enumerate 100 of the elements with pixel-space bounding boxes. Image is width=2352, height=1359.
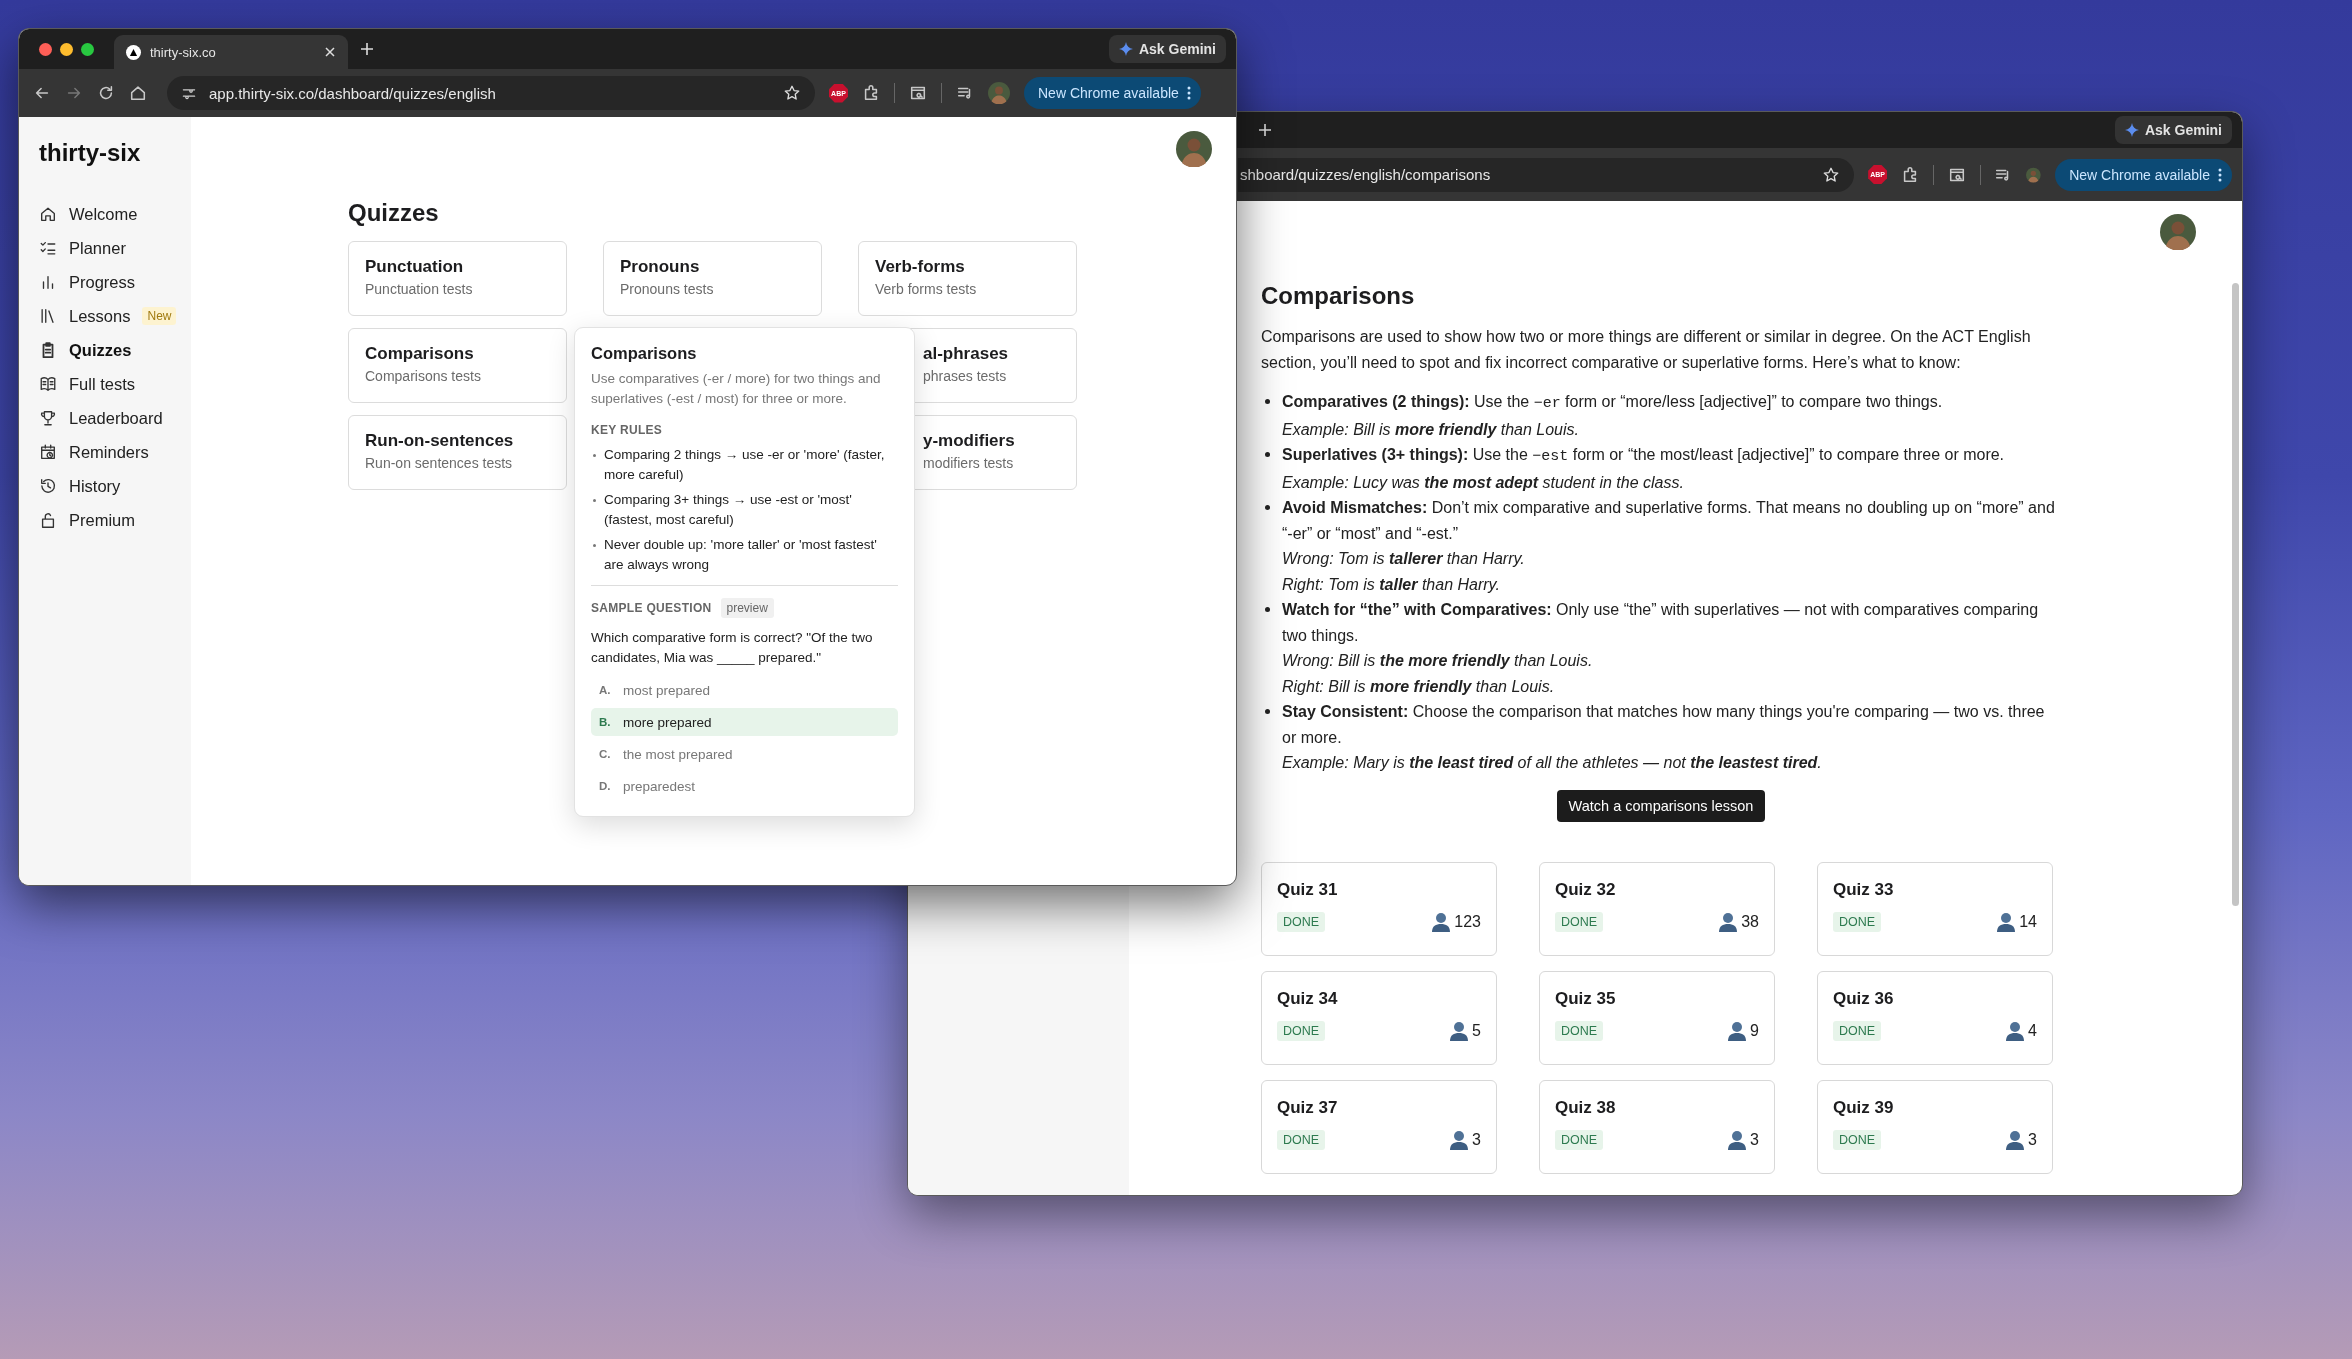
quiz-card[interactable]: Quiz 38 DONE 3 [1539,1079,1775,1174]
section-heading: SAMPLE QUESTION [591,601,712,615]
new-badge: New [142,307,177,325]
padlock-icon [39,511,57,529]
quiz-title: Quiz 33 [1833,879,1895,900]
status-badge: DONE [1833,911,1882,932]
attempt-count: 5 [1472,1021,1481,1040]
calendar-clock-icon [39,443,57,461]
user-avatar[interactable] [1176,131,1212,167]
preview-badge: preview [720,598,774,618]
question-text: Which comparative form is correct? "Of the two candidates, Mia was _____ prepared." [591,629,874,667]
sidebar-item[interactable]: History [39,469,191,503]
status-badge: DONE [1555,1129,1604,1150]
address-bar[interactable]: shboard/quizzes/english/comparisons [1238,157,1855,192]
update-chrome-button[interactable]: New Chrome available [1024,77,1201,109]
quiz-card[interactable]: Quiz 31 DONE 123 [1261,861,1497,956]
quiz-category-card[interactable]: Comparisons Comparisons tests [348,328,567,403]
status-badge: DONE [1277,1129,1326,1150]
card-title: y-modifiers [923,431,1016,451]
card-title: Run-on-sentences [365,431,515,451]
bullet [1265,452,1270,457]
close-icon[interactable] [324,46,336,58]
rule-text: Comparatives (2 things): Use the −er form or “more/less [adjective]” to compare two things. [1282,392,1943,414]
quiz-card[interactable]: Quiz 37 DONE 3 [1261,1079,1497,1174]
quiz-title: Quiz 35 [1555,988,1617,1009]
logo: thirty-six [39,139,142,167]
more-icon [1186,86,1191,100]
card-title: Punctuation [365,257,465,277]
card-subtitle: Pronouns tests [620,281,715,297]
status-badge: DONE [1833,1129,1882,1150]
profile-avatar[interactable] [988,82,1010,104]
example-text: Example: Lucy was the most adept student in the class. [1282,472,1685,493]
sidebar-item[interactable]: Planner [39,231,191,265]
person-icon [1450,1020,1469,1041]
card-title: Verb-forms [875,257,966,277]
attempt-count: 123 [1454,912,1481,931]
quiz-category-card[interactable]: Pronouns Pronouns tests [603,241,822,316]
quiz-card[interactable]: Quiz 35 DONE 9 [1539,970,1775,1065]
quiz-category-card[interactable]: Verb-forms Verb forms tests [858,241,1077,316]
card-subtitle: modifiers tests [923,455,1015,471]
scrollbar[interactable] [2232,283,2239,906]
card-subtitle: phrases tests [923,368,1008,384]
answer-option: C. the most prepared [591,740,898,768]
sidebar-item[interactable]: Reminders [39,435,191,469]
sidebar-item[interactable]: Progress [39,265,191,299]
update-chrome-button[interactable]: New Chrome available [2055,158,2232,191]
sparkle-icon [1118,42,1133,56]
sidebar-item[interactable]: Quizzes [39,333,191,367]
attempt-count: 3 [1472,1130,1481,1149]
answer-option: B. more prepared [591,708,898,736]
section-heading: KEY RULES [591,423,664,437]
quiz-card[interactable]: Quiz 36 DONE 4 [1817,970,2053,1065]
quiz-card[interactable]: Quiz 33 DONE 14 [1817,861,2053,956]
star-icon [1822,165,1841,184]
quiz-category-card[interactable]: Punctuation Punctuation tests [348,241,567,316]
intro-paragraph: Comparisons are used to show how two or more things are different or similar in degree. On the ACT English section, you’ll need to spot and fix incorrect comparative or superlative forms. Here’s what to know: [1261,327,2032,373]
quiz-card[interactable]: Quiz 34 DONE 5 [1261,970,1497,1065]
card-title: Pronouns [620,257,701,277]
quiz-card[interactable]: Quiz 39 DONE 3 [1817,1079,2053,1174]
quiz-card[interactable]: Quiz 32 DONE 38 [1539,861,1775,956]
example-text: Right: Bill is more friendly than Louis. [1282,676,1556,697]
bullet [1265,505,1270,510]
sidebar-item[interactable]: Premium [39,503,191,537]
ask-gemini-button[interactable]: Ask Gemini [1108,35,1226,63]
answer-option: A. most prepared [591,676,898,704]
close-window-button[interactable] [39,42,52,56]
more-icon [2218,167,2222,182]
user-avatar[interactable] [2160,214,2196,250]
rule-text: Stay Consistent: Choose the comparison that matches how many things you're comparing — two vs. three or more. [1282,702,2046,748]
quiz-category-card[interactable]: Run-on-sentences Run-on sentences tests [348,415,567,490]
new-tab-icon[interactable] [360,42,374,56]
sidebar-item[interactable]: Full tests [39,367,191,401]
rule-text: Avoid Mismatches: Don’t mix comparative and superlative forms. That means no doubling up on “more” and “-er” or “most” and “-est.” [1282,498,2056,544]
browser-tab[interactable]: thirty-six.co [114,35,348,69]
trophy-icon [39,409,57,427]
attempt-count: 3 [1750,1130,1759,1149]
tab-search-icon [909,84,927,102]
bullet [593,499,596,502]
sidebar-item[interactable]: Leaderboard [39,401,191,435]
lesson-button[interactable]: Watch a comparisons lesson [1556,789,1766,822]
sidebar-item[interactable]: Lessons New [39,299,191,333]
bullet [1265,709,1270,714]
example-text: Right: Tom is taller than Harry. [1282,574,1501,595]
card-subtitle: Verb forms tests [875,281,978,297]
status-badge: DONE [1833,1020,1882,1041]
address-bar[interactable]: app.thirty-six.co/dashboard/quizzes/english [167,76,815,110]
minimize-window-button[interactable] [60,42,73,56]
home-icon [39,205,57,223]
ask-gemini-button[interactable]: Ask Gemini [2114,116,2232,144]
quiz-title: Quiz 34 [1277,988,1339,1009]
person-icon [1728,1020,1747,1041]
sidebar-item[interactable]: Welcome [39,197,191,231]
rule-text: Watch for “the” with Comparatives: Only use “the” with superlatives — not with comparatives comparing two things. [1282,600,2040,646]
card-title: Comparisons [365,344,475,364]
person-icon [1450,1129,1469,1150]
zoom-window-button[interactable] [81,42,94,56]
books-icon [39,307,57,325]
sparkle-icon [2124,123,2139,137]
new-tab-icon[interactable] [1258,123,1272,137]
example-text: Wrong: Bill is the more friendly than Louis. [1282,651,1594,671]
